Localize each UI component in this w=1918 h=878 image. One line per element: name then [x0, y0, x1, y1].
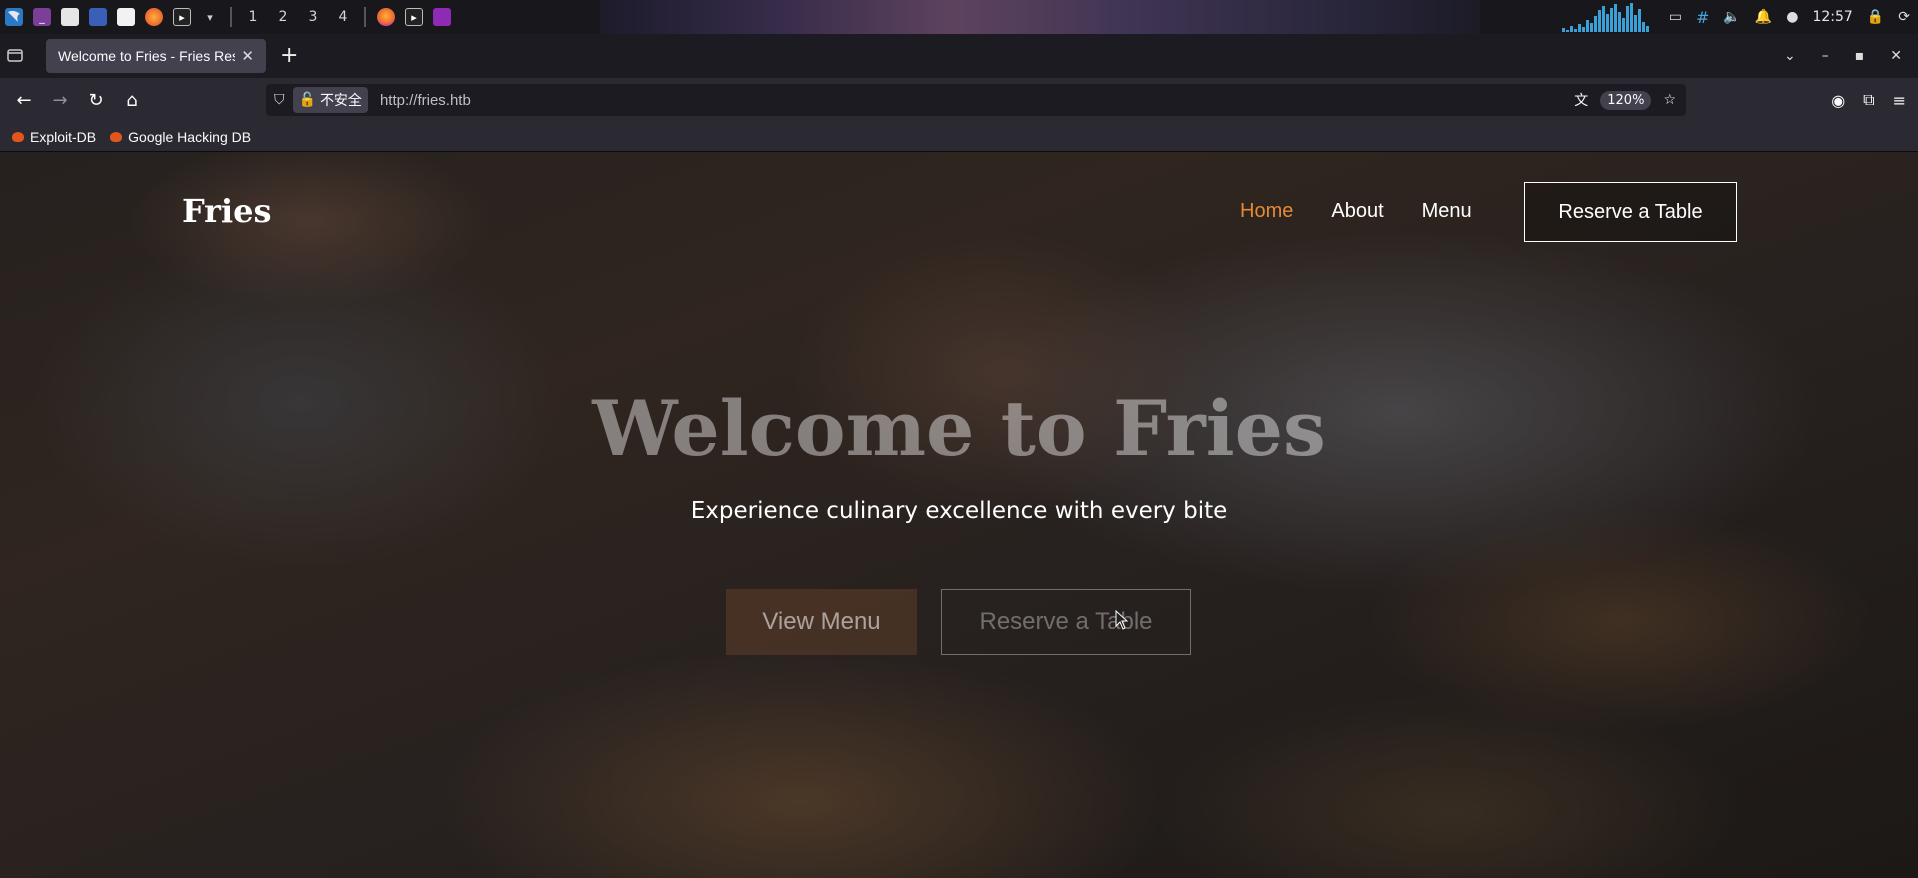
site-nav: Home About Menu [1240, 200, 1472, 223]
forward-icon[interactable]: → [48, 88, 72, 112]
site-header: Fries Home About Menu Reserve a Table [0, 152, 1918, 264]
volume-icon[interactable]: 🔈 [1723, 9, 1740, 25]
workspace-1[interactable]: 1 [238, 0, 268, 34]
back-icon[interactable]: ← [12, 88, 36, 112]
terminal-app-icon[interactable]: _ [33, 8, 51, 26]
lock-icon[interactable]: 🔒 [1867, 9, 1884, 25]
zoom-indicator[interactable]: 120% [1600, 90, 1652, 110]
insecure-lock-icon: 🔓 [298, 92, 316, 108]
bookmark-label: Exploit-DB [30, 128, 97, 145]
workspace-3[interactable]: 3 [298, 0, 328, 34]
bookmark-label: Google Hacking DB [128, 128, 252, 145]
tab-title: Welcome to Fries - Fries Restaurant [58, 48, 235, 64]
terminal-window-icon[interactable]: ▸ [405, 8, 423, 26]
menu-hamburger-icon[interactable]: ≡ [1893, 91, 1906, 110]
taskbar-separator [230, 7, 232, 27]
bell-icon[interactable]: 🔔 [1755, 9, 1772, 25]
hero-subtitle: Experience culinary excellence with ever… [690, 498, 1228, 524]
toolbar-right: ◉ ⧉ ≡ [1831, 78, 1906, 122]
page-viewport: Fries Home About Menu Reserve a Table We… [0, 152, 1918, 878]
os-taskbar: _ ▸ ▾ 1 2 3 4 ▸ ▭ # 🔈 🔔 ● 12:57 🔒 ⟳ [0, 0, 1918, 34]
window-controls: ⌄ – ▪ ✕ [1784, 34, 1918, 78]
hero-reserve-button[interactable]: Reserve a Table [941, 589, 1191, 655]
bookmark-exploit-db[interactable]: Exploit-DB [12, 129, 96, 145]
view-menu-button[interactable]: View Menu [726, 589, 917, 655]
audio-visualizer [1561, 2, 1649, 32]
taskbar-wallpaper [600, 0, 1480, 34]
update-icon[interactable]: ● [1786, 9, 1798, 25]
network-icon[interactable]: # [1696, 8, 1709, 27]
site-logo[interactable]: Fries [182, 192, 272, 230]
nav-home[interactable]: Home [1240, 200, 1293, 223]
screen-icon[interactable]: ▭ [1669, 9, 1682, 25]
screenshot-icon[interactable] [89, 8, 107, 26]
firefox-window-icon[interactable] [377, 8, 395, 26]
new-tab-button[interactable]: + [280, 45, 298, 67]
system-tray: ▭ # 🔈 🔔 ● 12:57 🔒 ⟳ [1561, 0, 1918, 34]
clock: 12:57 [1812, 9, 1853, 25]
kali-menu-icon[interactable] [5, 8, 23, 26]
file-manager-icon[interactable] [61, 8, 79, 26]
translate-icon[interactable]: 文 [1574, 90, 1588, 110]
home-icon[interactable]: ⌂ [120, 88, 144, 112]
maximize-icon[interactable]: ▪ [1855, 48, 1865, 64]
bookmark-star-icon[interactable]: ☆ [1663, 92, 1676, 108]
power-icon[interactable]: ⟳ [1898, 9, 1910, 25]
taskbar-separator [364, 7, 366, 27]
bookmarks-bar: Exploit-DB Google Hacking DB [0, 122, 1918, 152]
site-security-badge[interactable]: 🔓 不安全 [292, 87, 368, 113]
folder-window-icon[interactable] [433, 8, 451, 26]
close-icon[interactable]: ✕ [241, 47, 254, 65]
shield-icon[interactable]: ⛉ [274, 92, 285, 108]
bookmark-google-hacking-db[interactable]: Google Hacking DB [110, 129, 251, 145]
mouse-cursor-icon [1115, 610, 1129, 630]
workspace-2[interactable]: 2 [268, 0, 298, 34]
hero-title: Welcome to Fries [592, 384, 1326, 473]
window-close-icon[interactable]: ✕ [1890, 48, 1902, 64]
firefox-view-icon[interactable] [6, 46, 30, 66]
minimize-icon[interactable]: – [1822, 48, 1829, 64]
account-icon[interactable]: ◉ [1831, 91, 1845, 110]
url-bar[interactable]: ⛉ 🔓 不安全 http://fries.htb 文 120% ☆ [266, 84, 1686, 116]
extensions-icon[interactable]: ⧉ [1863, 90, 1874, 110]
firefox-icon[interactable] [145, 8, 163, 26]
active-tab[interactable]: Welcome to Fries - Fries Restaurant ✕ [46, 39, 266, 73]
chevron-down-icon[interactable]: ▾ [201, 8, 219, 26]
nav-about[interactable]: About [1331, 200, 1383, 223]
document-icon[interactable] [117, 8, 135, 26]
security-label: 不安全 [319, 93, 362, 109]
nav-menu[interactable]: Menu [1422, 200, 1472, 223]
reserve-table-button[interactable]: Reserve a Table [1524, 182, 1737, 242]
browser-tabstrip: Welcome to Fries - Fries Restaurant ✕ + … [0, 34, 1918, 78]
tab-list-chevron-icon[interactable]: ⌄ [1784, 48, 1796, 64]
url-text[interactable]: http://fries.htb [380, 92, 471, 109]
terminal-icon[interactable]: ▸ [173, 8, 191, 26]
workspace-4[interactable]: 4 [328, 0, 358, 34]
reload-icon[interactable]: ↻ [84, 88, 108, 112]
url-bar-actions: 文 120% ☆ [1574, 84, 1676, 116]
ghdb-icon [110, 131, 123, 142]
exploit-db-icon [12, 131, 24, 142]
browser-navbar: ← → ↻ ⌂ ⛉ 🔓 不安全 http://fries.htb 文 120% … [0, 78, 1918, 122]
